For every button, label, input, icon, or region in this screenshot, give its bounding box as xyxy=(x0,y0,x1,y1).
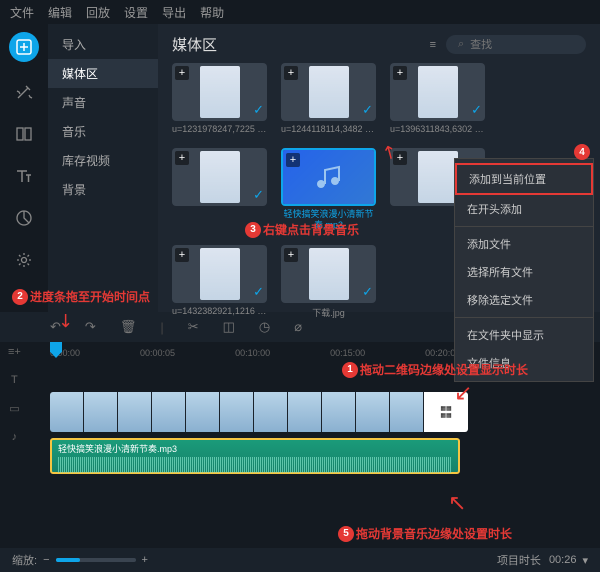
text-track-icon[interactable]: T xyxy=(11,374,18,386)
audio-clip[interactable]: 轻快搞笑浪漫小清新节奏.mp3 xyxy=(50,438,460,474)
media-item[interactable]: +✓u=1231978247,7225 4962&fm=15&gp=0.jp xyxy=(172,63,267,134)
duration-value: 00:26 xyxy=(549,554,577,566)
add-icon[interactable]: + xyxy=(284,66,298,80)
nav-music[interactable]: 音乐 xyxy=(48,117,158,146)
menu-settings[interactable]: 设置 xyxy=(124,4,148,21)
annotation-2: 2进度条拖至开始时间点 xyxy=(12,288,150,305)
side-nav: 导入 媒体区 声音 音乐 库存视频 背景 xyxy=(48,24,158,312)
add-icon[interactable]: + xyxy=(175,151,189,165)
zoom-slider[interactable] xyxy=(56,558,136,562)
media-item[interactable]: +✓u=1396311843,6302 2553&fm=26&gp=0.jp xyxy=(390,63,485,134)
check-icon: ✓ xyxy=(253,102,264,118)
media-item[interactable]: +✓ xyxy=(172,148,267,231)
menu-edit[interactable]: 编辑 xyxy=(48,4,72,21)
nav-stock[interactable]: 库存视频 xyxy=(48,146,158,175)
tool-rail xyxy=(0,24,48,312)
add-icon[interactable]: + xyxy=(175,66,189,80)
zoom-in-icon[interactable]: + xyxy=(142,554,148,566)
menu-playback[interactable]: 回放 xyxy=(86,4,110,21)
menu-file[interactable]: 文件 xyxy=(10,4,34,21)
video-track[interactable]: ▦▦▦▦ xyxy=(50,392,600,432)
search-box[interactable]: ⌕ xyxy=(446,35,586,54)
annotation-3: 3右键点击背景音乐 xyxy=(245,221,359,238)
media-title: 媒体区 xyxy=(172,34,217,55)
video-track-icon[interactable]: ▭ xyxy=(9,402,19,415)
gear-icon[interactable] xyxy=(12,248,36,272)
ctx-add-start[interactable]: 在开头添加 xyxy=(455,195,593,223)
cut-icon[interactable]: ✂ xyxy=(188,319,199,335)
media-item-selected[interactable]: +轻快搞笑浪漫小清新节 秦.mp3 xyxy=(281,148,376,231)
search-icon: ⌕ xyxy=(458,38,464,51)
ctx-remove[interactable]: 移除选定文件 xyxy=(455,286,593,314)
audio-track-icon[interactable]: ♪ xyxy=(12,431,18,443)
annotation-5: 5拖动背景音乐边缘处设置时长 xyxy=(338,525,512,542)
media-item[interactable]: +✓u=1244118114,3482 00601&fm=15&gp=0.jp xyxy=(281,63,376,134)
waveform xyxy=(58,457,452,473)
check-icon: ✓ xyxy=(362,284,373,300)
add-icon[interactable]: + xyxy=(393,66,407,80)
pie-icon[interactable] xyxy=(12,206,36,230)
delete-icon[interactable]: 🗑 xyxy=(120,319,137,335)
context-menu: 添加到当前位置 在开头添加 添加文件 选择所有文件 移除选定文件 在文件夹中显示… xyxy=(454,158,594,382)
menu-help[interactable]: 帮助 xyxy=(200,4,224,21)
add-icon[interactable]: + xyxy=(175,248,189,262)
menu-export[interactable]: 导出 xyxy=(162,4,186,21)
annotation-1: 1拖动二维码边缘处设置显示时长 xyxy=(342,361,528,378)
status-bar: 缩放: − + 项目时长 00:26 ▾ xyxy=(0,548,600,572)
nav-media[interactable]: 媒体区 xyxy=(48,59,158,88)
menu-bar: 文件 编辑 回放 设置 导出 帮助 xyxy=(0,0,600,24)
check-icon: ✓ xyxy=(471,102,482,118)
split-icon[interactable] xyxy=(12,122,36,146)
nav-bg[interactable]: 背景 xyxy=(48,175,158,204)
ctx-show-folder[interactable]: 在文件夹中显示 xyxy=(455,321,593,349)
import-icon[interactable] xyxy=(9,32,39,62)
zoom-out-icon[interactable]: − xyxy=(43,554,49,566)
wand-icon[interactable] xyxy=(12,80,36,104)
ctx-add-current[interactable]: 添加到当前位置 xyxy=(455,163,593,195)
media-item[interactable]: +✓下载.jpg xyxy=(281,245,376,319)
media-panel: 媒体区 ≡ ⌕ +✓u=1231978247,7225 4962&fm=15&g… xyxy=(158,24,600,312)
clock-icon[interactable]: ◷ xyxy=(259,319,270,335)
arrow-icon: ↖ xyxy=(448,490,466,516)
search-input[interactable] xyxy=(470,39,570,51)
arrow-icon: ↙ xyxy=(454,380,472,406)
ctx-select-all[interactable]: 选择所有文件 xyxy=(455,258,593,286)
text-icon[interactable] xyxy=(12,164,36,188)
link-icon[interactable]: ⌀ xyxy=(294,319,302,335)
chevron-down-icon[interactable]: ▾ xyxy=(582,554,588,567)
add-icon[interactable]: + xyxy=(284,248,298,262)
crop-icon[interactable]: ◫ xyxy=(223,319,235,335)
duration-label: 项目时长 xyxy=(497,552,541,568)
nav-sound[interactable]: 声音 xyxy=(48,88,158,117)
check-icon: ✓ xyxy=(362,102,373,118)
media-item[interactable]: +✓u=1432382921,1216 583054&fm=15&gp=0.j xyxy=(172,245,267,319)
zoom-label: 缩放: xyxy=(12,552,37,568)
annotation-4: 4 xyxy=(574,144,590,160)
check-icon: ✓ xyxy=(253,284,264,300)
add-icon[interactable]: + xyxy=(286,153,300,167)
ctx-add-file[interactable]: 添加文件 xyxy=(455,230,593,258)
audio-track[interactable]: 轻快搞笑浪漫小清新节奏.mp3 xyxy=(50,436,600,476)
check-icon: ✓ xyxy=(253,187,264,203)
nav-import[interactable]: 导入 xyxy=(48,30,158,59)
redo-icon[interactable]: ↷ xyxy=(85,319,96,335)
add-track-icon[interactable]: ≡+ xyxy=(8,346,21,358)
sort-icon[interactable]: ≡ xyxy=(430,39,436,51)
